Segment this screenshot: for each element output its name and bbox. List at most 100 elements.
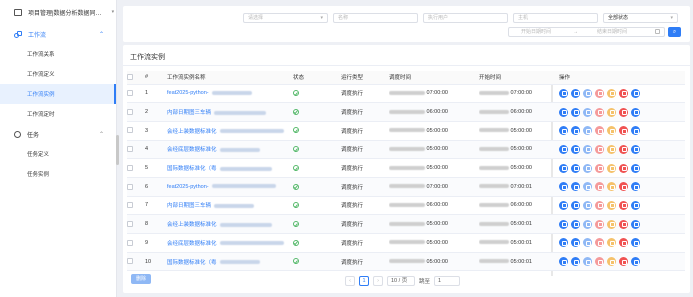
action-icon-4[interactable] <box>595 257 604 267</box>
action-icon-6[interactable] <box>619 88 628 98</box>
sidebar-scrollbar[interactable] <box>116 135 119 165</box>
row-checkbox[interactable] <box>127 164 133 171</box>
action-icon-3[interactable] <box>583 200 592 210</box>
action-icon-5[interactable] <box>607 107 616 117</box>
action-icon-5[interactable] <box>607 200 616 210</box>
action-icon-1[interactable] <box>559 88 568 98</box>
action-icon-6[interactable] <box>619 219 628 229</box>
user-input[interactable]: 执行用户 <box>423 13 508 23</box>
action-icon-7[interactable] <box>631 126 640 136</box>
action-icon-7[interactable] <box>631 219 640 229</box>
action-icon-4[interactable] <box>595 200 604 210</box>
action-icon-1[interactable] <box>559 219 568 229</box>
prev-page-button[interactable]: ‹ <box>345 276 355 286</box>
next-page-button[interactable]: › <box>373 276 383 286</box>
row-checkbox[interactable] <box>127 220 133 227</box>
instance-name-link[interactable]: 国际数据标准化（粤 <box>167 260 217 266</box>
sidebar-item-workflow-timing[interactable]: 工作流定时 <box>0 104 116 124</box>
action-icon-2[interactable] <box>571 257 580 267</box>
date-range-input[interactable]: 开始日期时间 → 结束日期时间 <box>508 27 665 37</box>
row-checkbox[interactable] <box>127 90 133 97</box>
action-icon-3[interactable] <box>583 163 592 173</box>
action-icon-1[interactable] <box>559 107 568 117</box>
page-size-select[interactable]: 10 / 页 <box>387 276 415 286</box>
action-icon-3[interactable] <box>583 219 592 229</box>
action-icon-7[interactable] <box>631 200 640 210</box>
action-icon-7[interactable] <box>631 257 640 267</box>
action-icon-1[interactable] <box>559 200 568 210</box>
action-icon-2[interactable] <box>571 88 580 98</box>
action-icon-6[interactable] <box>619 238 628 248</box>
sidebar-item-workflow-relation[interactable]: 工作流关系 <box>0 44 116 64</box>
action-icon-6[interactable] <box>619 257 628 267</box>
action-icon-1[interactable] <box>559 238 568 248</box>
instance-name-link[interactable]: 内部日期图三车辆 <box>167 203 211 209</box>
action-icon-2[interactable] <box>571 238 580 248</box>
action-icon-4[interactable] <box>595 126 604 136</box>
action-icon-5[interactable] <box>607 182 616 192</box>
instance-name-link[interactable]: 内部日期图三车辆 <box>167 110 211 116</box>
action-icon-3[interactable] <box>583 126 592 136</box>
action-icon-4[interactable] <box>595 182 604 192</box>
page-number[interactable]: 1 <box>359 276 369 286</box>
sidebar-group-task[interactable]: 任务 ⌃ <box>0 124 116 144</box>
action-icon-5[interactable] <box>607 219 616 229</box>
row-checkbox[interactable] <box>127 108 133 115</box>
action-icon-6[interactable] <box>619 182 628 192</box>
name-input[interactable]: 名称 <box>333 13 418 23</box>
instance-name-link[interactable]: 会经上装数据标准化 <box>167 222 217 228</box>
instance-name-link[interactable]: 会经上装数据标准化 <box>167 129 217 135</box>
action-icon-4[interactable] <box>595 144 604 154</box>
search-button[interactable]: ⌕ <box>668 27 681 37</box>
row-checkbox[interactable] <box>127 258 133 265</box>
sidebar-item-task-definition[interactable]: 任务定义 <box>0 144 116 164</box>
action-icon-5[interactable] <box>607 238 616 248</box>
action-icon-4[interactable] <box>595 107 604 117</box>
host-input[interactable]: 主机 <box>513 13 598 23</box>
row-checkbox[interactable] <box>127 127 133 134</box>
action-icon-1[interactable] <box>559 182 568 192</box>
action-icon-2[interactable] <box>571 219 580 229</box>
action-icon-3[interactable] <box>583 107 592 117</box>
sidebar-item-task-instance[interactable]: 任务实例 <box>0 164 116 184</box>
action-icon-6[interactable] <box>619 126 628 136</box>
action-icon-2[interactable] <box>571 126 580 136</box>
action-icon-2[interactable] <box>571 144 580 154</box>
action-icon-5[interactable] <box>607 88 616 98</box>
action-icon-5[interactable] <box>607 144 616 154</box>
action-icon-6[interactable] <box>619 144 628 154</box>
action-icon-2[interactable] <box>571 107 580 117</box>
select-input[interactable]: 请选择 ▾ <box>243 13 328 23</box>
row-checkbox[interactable] <box>127 146 133 153</box>
row-checkbox[interactable] <box>127 239 133 246</box>
action-icon-1[interactable] <box>559 163 568 173</box>
action-icon-5[interactable] <box>607 257 616 267</box>
sidebar-item-workflow-instance[interactable]: 工作流实例 <box>0 84 116 104</box>
action-icon-1[interactable] <box>559 126 568 136</box>
action-icon-7[interactable] <box>631 88 640 98</box>
sidebar-item-workflow-definition[interactable]: 工作流定义 <box>0 64 116 84</box>
action-icon-3[interactable] <box>583 144 592 154</box>
delete-button[interactable]: 删除 <box>131 274 151 284</box>
action-icon-1[interactable] <box>559 144 568 154</box>
sidebar-group-workflow[interactable]: 工作流 ⌃ <box>0 24 116 44</box>
instance-name-link[interactable]: 会经底层数据标准化 <box>167 147 217 153</box>
action-icon-6[interactable] <box>619 200 628 210</box>
action-icon-3[interactable] <box>583 238 592 248</box>
action-icon-4[interactable] <box>595 88 604 98</box>
status-select[interactable]: 全部状态 ▾ <box>603 13 678 23</box>
action-icon-7[interactable] <box>631 182 640 192</box>
action-icon-4[interactable] <box>595 163 604 173</box>
action-icon-7[interactable] <box>631 144 640 154</box>
action-icon-5[interactable] <box>607 163 616 173</box>
instance-name-link[interactable]: feat2025-python- <box>167 184 209 190</box>
action-icon-4[interactable] <box>595 219 604 229</box>
action-icon-4[interactable] <box>595 238 604 248</box>
action-icon-7[interactable] <box>631 238 640 248</box>
action-icon-6[interactable] <box>619 163 628 173</box>
action-icon-3[interactable] <box>583 182 592 192</box>
action-icon-2[interactable] <box>571 163 580 173</box>
jump-input[interactable]: 1 <box>434 276 461 286</box>
action-icon-2[interactable] <box>571 182 580 192</box>
row-checkbox[interactable] <box>127 183 133 190</box>
